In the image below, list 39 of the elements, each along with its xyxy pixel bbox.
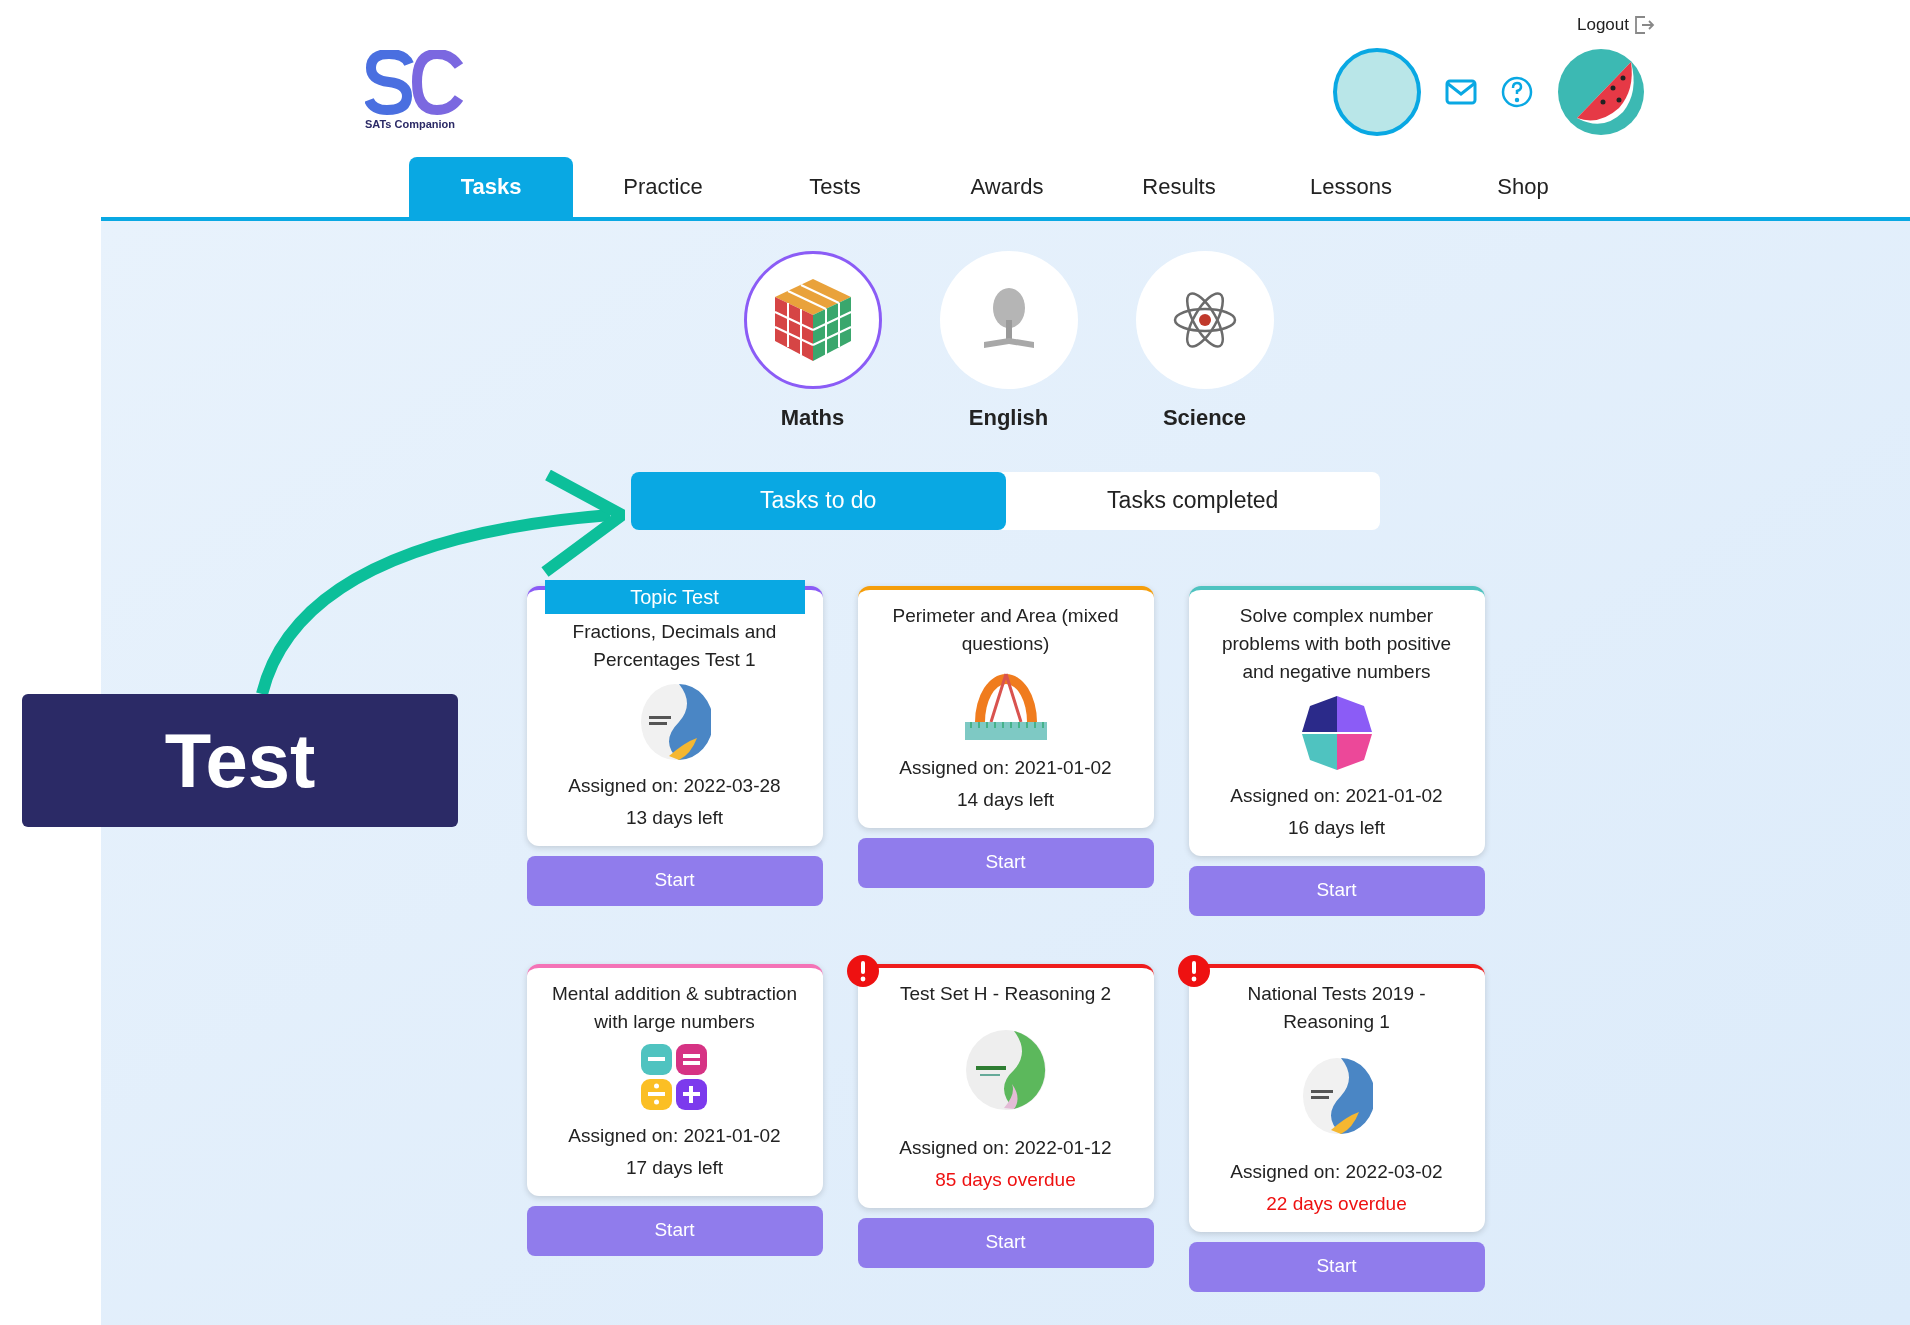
task-title: National Tests 2019 - Reasoning 1 [1246,981,1427,1034]
task-title: Test Set H - Reasoning 2 [899,981,1112,1006]
help-icon[interactable] [1501,75,1533,108]
task-title: Mental addition & subtraction with large numbers [550,981,798,1034]
due-status: 85 days overdue [935,1167,1076,1192]
test-cover-icon [963,1027,1048,1112]
logout-link[interactable]: Logout [1577,12,1655,38]
assigned-date: Assigned on: 2021-01-02 [1230,783,1443,808]
nav-tab[interactable]: Tests [753,156,917,217]
test-cover-icon [638,681,711,762]
nav-tab[interactable]: Results [1097,156,1261,217]
nav-tab[interactable]: Lessons [1269,156,1433,217]
toggle-tab[interactable]: Tasks completed [1005,471,1380,530]
number-quadrants-icon [1299,693,1374,772]
due-status: 13 days left [625,805,724,830]
logo-icon [365,50,465,117]
task-title: Perimeter and Area (mixed questions) [891,603,1120,656]
due-status: 22 days overdue [1266,1191,1407,1216]
assigned-date: Assigned on: 2021-01-02 [568,1123,781,1148]
logo-caption: SATs Companion [365,117,456,133]
nav-tab[interactable]: Shop [1441,156,1605,217]
watermelon-avatar-icon[interactable] [1557,47,1645,136]
annotation-label: Test [22,694,458,827]
nav-tab[interactable]: Awards [925,156,1089,217]
due-status: 14 days left [956,787,1055,812]
logout-icon [1633,13,1655,36]
nav-tab[interactable]: Practice [581,156,745,217]
task-title: Fractions, Decimals and Percentages Test 1 [571,619,778,672]
test-cover-icon [1300,1055,1373,1136]
topic-test-badge: Topic Test [544,579,805,614]
mail-icon[interactable] [1445,78,1477,105]
due-status: 17 days left [625,1155,724,1180]
math-operators-icon [640,1043,709,1112]
assigned-date: Assigned on: 2022-03-28 [568,773,781,798]
task-title: Solve complex number problems with both positive and negative numbers [1220,603,1453,684]
assigned-date: Assigned on: 2022-01-12 [899,1135,1112,1160]
due-status: 16 days left [1287,815,1386,840]
assigned-date: Assigned on: 2022-03-02 [1230,1159,1443,1184]
assigned-date: Assigned on: 2021-01-02 [899,755,1112,780]
